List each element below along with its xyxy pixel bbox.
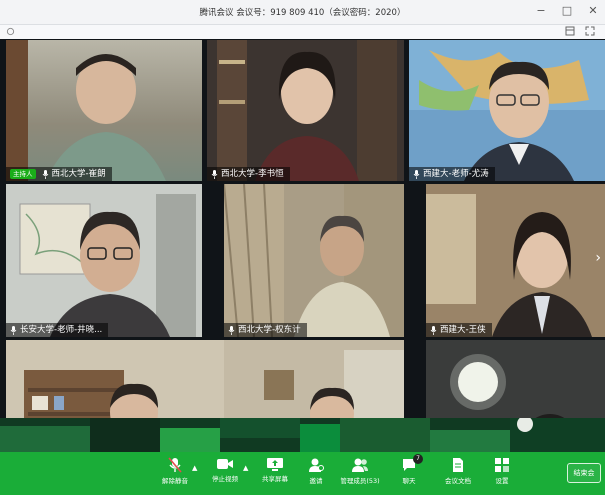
minimize-button[interactable]: −: [535, 4, 547, 17]
meeting-info-bar: [0, 25, 605, 39]
host-badge: 主持人: [10, 169, 36, 179]
unmute-label: 解除静音: [162, 477, 188, 485]
video-camera-icon: [217, 459, 233, 469]
video-tile[interactable]: 西北大学-李书恒: [207, 40, 404, 181]
meeting-docs-label: 会议文档: [445, 477, 471, 485]
maximize-button[interactable]: □: [561, 4, 573, 17]
participant-name-tag: 长安大学-老师-井晓...: [6, 323, 109, 337]
settings-label: 设置: [495, 477, 509, 485]
meeting-window: 腾讯会议 会议号：919 809 410（会议密码：2020） − □ ✕ 主持…: [0, 0, 605, 495]
share-screen-icon: [267, 458, 283, 471]
share-screen-button[interactable]: 共享屏幕: [255, 457, 295, 483]
invite-person-icon: [309, 458, 324, 472]
chat-button[interactable]: 7 聊天: [389, 454, 429, 485]
participant-video: [224, 184, 404, 337]
microphone-icon: [228, 325, 235, 335]
meeting-docs-button[interactable]: 会议文档: [438, 457, 478, 485]
stop-video-label: 停止视频: [212, 475, 238, 483]
video-tile[interactable]: 主持人 西北大学-崔朗: [6, 40, 202, 181]
meeting-toolbar: 解除静音 ▲ 停止视频 ▲ 共享屏幕 邀请 管理成员(53) 7 聊天 会议文档: [0, 452, 605, 495]
video-tile[interactable]: 长安大学-老师-井晓...: [6, 184, 202, 337]
fullscreen-icon[interactable]: [585, 26, 595, 39]
video-tile[interactable]: 西建大-老师-尤涛: [409, 40, 605, 181]
unmute-button[interactable]: 解除静音: [155, 457, 195, 485]
participant-name-tag: 主持人 西北大学-崔朗: [6, 167, 112, 181]
members-icon: [352, 458, 368, 472]
share-screen-label: 共享屏幕: [262, 475, 288, 483]
participant-name-tag: 西建大-王侠: [426, 323, 492, 337]
settings-grid-icon: [495, 458, 509, 472]
participant-video: [409, 40, 605, 181]
window-title: 腾讯会议 会议号：919 809 410（会议密码：2020）: [199, 8, 406, 18]
participant-name: 西北大学-崔朗: [51, 169, 106, 179]
video-options-caret[interactable]: ▲: [243, 464, 248, 472]
participant-name: 西北大学-李书恒: [221, 169, 284, 179]
shield-icon[interactable]: [6, 27, 15, 39]
microphone-icon: [42, 169, 48, 179]
end-meeting-button[interactable]: 结束会: [567, 463, 601, 483]
participant-name: 西建大-王侠: [440, 325, 486, 335]
invite-label: 邀请: [309, 477, 323, 485]
video-tile[interactable]: › 西建大-王侠: [426, 184, 605, 337]
video-artifact-strip: [0, 418, 605, 452]
layout-icon[interactable]: [565, 26, 575, 39]
manage-members-button[interactable]: 管理成员(53): [340, 457, 380, 485]
participant-name-tag: 西建大-老师-尤涛: [409, 167, 495, 181]
participant-name-tag: 西北大学-权东计: [224, 323, 307, 337]
microphone-icon: [211, 169, 218, 179]
video-grid: 主持人 西北大学-崔朗 西北大学-李书恒 西建大-老师-尤涛 长安大学-老师-井…: [6, 40, 605, 452]
close-button[interactable]: ✕: [587, 4, 599, 17]
microphone-icon: [413, 169, 420, 179]
document-icon: [453, 458, 463, 472]
settings-button[interactable]: 设置: [482, 457, 522, 485]
invite-button[interactable]: 邀请: [296, 457, 336, 485]
window-controls: − □ ✕: [535, 4, 599, 17]
chevron-right-icon[interactable]: ›: [595, 250, 601, 266]
manage-members-label: 管理成员(53): [340, 477, 380, 485]
chat-label: 聊天: [402, 477, 416, 485]
participant-name: 长安大学-老师-井晓...: [20, 325, 103, 335]
microphone-muted-icon: [168, 457, 182, 473]
title-bar: 腾讯会议 会议号：919 809 410（会议密码：2020） − □ ✕: [0, 0, 605, 25]
participant-video: [217, 40, 397, 181]
participant-video: [426, 184, 605, 337]
participant-name-tag: 西北大学-李书恒: [207, 167, 290, 181]
audio-options-caret[interactable]: ▲: [192, 464, 197, 472]
video-tile[interactable]: 西北大学-权东计: [224, 184, 404, 337]
participant-video: [6, 184, 202, 337]
microphone-icon: [10, 325, 17, 335]
chat-unread-badge: 7: [413, 454, 423, 464]
participant-name: 西建大-老师-尤涛: [423, 169, 489, 179]
participant-name: 西北大学-权东计: [238, 325, 301, 335]
stop-video-button[interactable]: 停止视频: [205, 457, 245, 483]
microphone-icon: [430, 325, 437, 335]
participant-video: [6, 40, 166, 181]
